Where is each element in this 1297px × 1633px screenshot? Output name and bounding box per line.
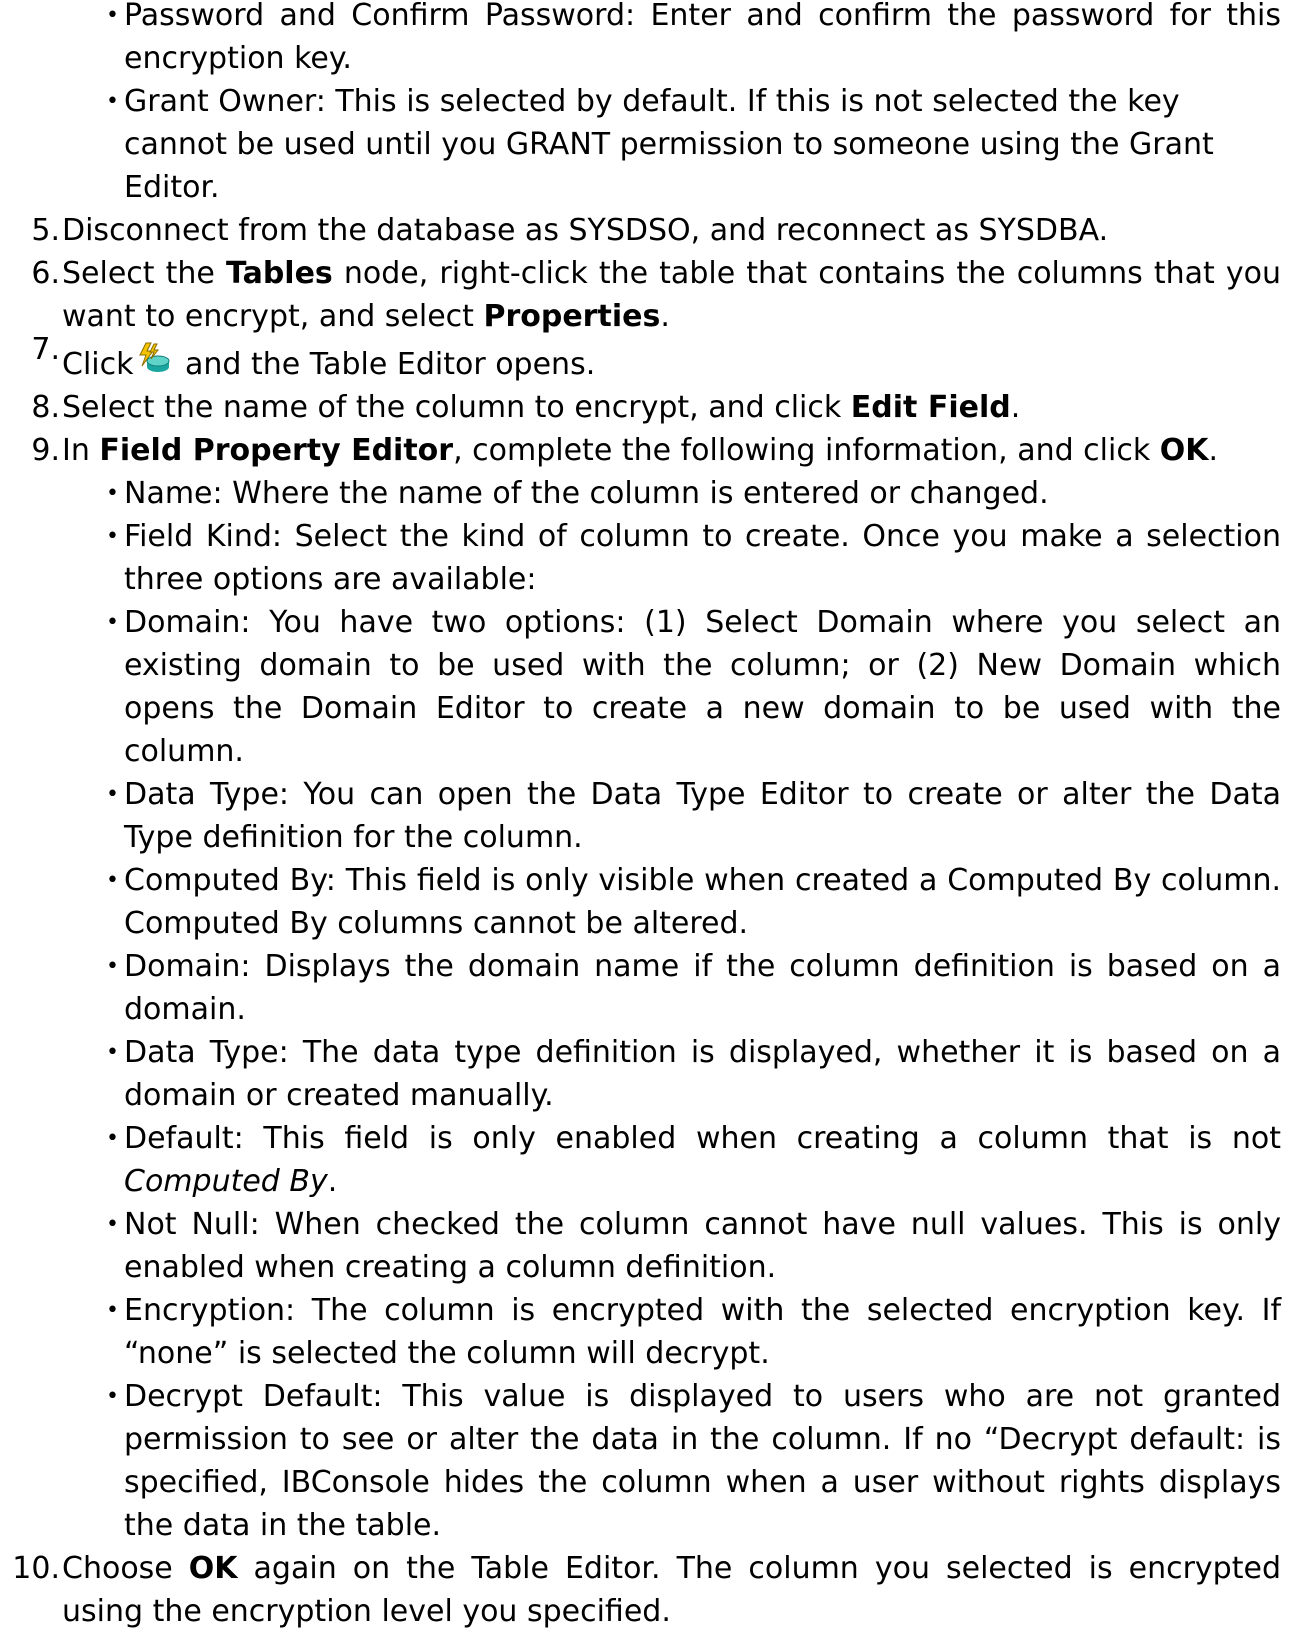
list-item: Field Kind: Select the kind of column to…: [106, 515, 1281, 601]
table-editor-icon: [137, 342, 171, 376]
list-item-text: Default: This field is only enabled when…: [124, 1121, 1281, 1156]
list-item: Decrypt Default: This value is displayed…: [106, 1375, 1281, 1547]
list-item: Name: Where the name of the column is en…: [106, 472, 1281, 515]
step-text: .: [660, 299, 670, 334]
ui-term-tables: Tables: [225, 256, 333, 291]
document-body: Password and Confirm Password: Enter and…: [0, 0, 1297, 1633]
term-computed-by: Computed By: [124, 1164, 328, 1199]
step-text: Select the name of the column to encrypt…: [62, 390, 851, 425]
step-number: 10.: [12, 1551, 60, 1586]
list-item: Grant Owner: This is selected by default…: [106, 80, 1281, 209]
step-9: 9. In Field Property Editor, complete the…: [31, 429, 1281, 472]
ui-term-ok: OK: [1159, 433, 1209, 468]
list-item: Password and Confirm Password: Enter and…: [106, 0, 1281, 80]
step-5: 5. Disconnect from the database as SYSDSO…: [31, 209, 1281, 252]
list-item: Domain: Displays the domain name if the …: [106, 945, 1281, 1031]
step-text: Click: [62, 347, 134, 382]
step-text: again on the Table Editor. The column yo…: [62, 1551, 1281, 1629]
list-item: Data Type: You can open the Data Type Ed…: [106, 773, 1281, 859]
step-8: 8. Select the name of the column to encry…: [31, 386, 1281, 429]
list-item: Domain: You have two options: (1) Select…: [106, 601, 1281, 773]
list-item: Not Null: When checked the column cannot…: [106, 1203, 1281, 1289]
step-7: 7. Click and the Table Editor opens.: [31, 332, 1281, 386]
step-number: 9.: [31, 433, 60, 468]
step-number: 6.: [31, 256, 60, 291]
step-10: 10. Choose OK again on the Table Editor. …: [12, 1547, 1281, 1633]
list-item: Data Type: The data type definition is d…: [106, 1031, 1281, 1117]
list-item: Default: This field is only enabled when…: [106, 1117, 1281, 1203]
step-number: 7.: [31, 332, 60, 367]
ui-term-field-property-editor: Field Property Editor: [99, 433, 454, 468]
step-text: Select the: [62, 256, 226, 291]
ui-term-ok: OK: [188, 1551, 238, 1586]
ui-term-edit-field: Edit Field: [850, 390, 1011, 425]
step-text: .: [1208, 433, 1219, 468]
step-6: 6. Select the Tables node, right-click th…: [31, 252, 1281, 338]
step-number: 5.: [31, 213, 60, 248]
list-item: Encryption: The column is encrypted with…: [106, 1289, 1281, 1375]
step-text: Disconnect from the database as SYSDSO, …: [62, 213, 1109, 248]
step-number: 8.: [31, 390, 60, 425]
step-text: In: [62, 433, 100, 468]
step-text: and the Table Editor opens.: [175, 347, 596, 382]
step-text: Choose: [62, 1551, 189, 1586]
step-text: , complete the following information, an…: [453, 433, 1160, 468]
list-item: Computed By: This field is only visible …: [106, 859, 1281, 945]
ui-term-properties: Properties: [483, 299, 661, 334]
list-item-text: .: [327, 1164, 338, 1199]
step-text: .: [1010, 390, 1021, 425]
